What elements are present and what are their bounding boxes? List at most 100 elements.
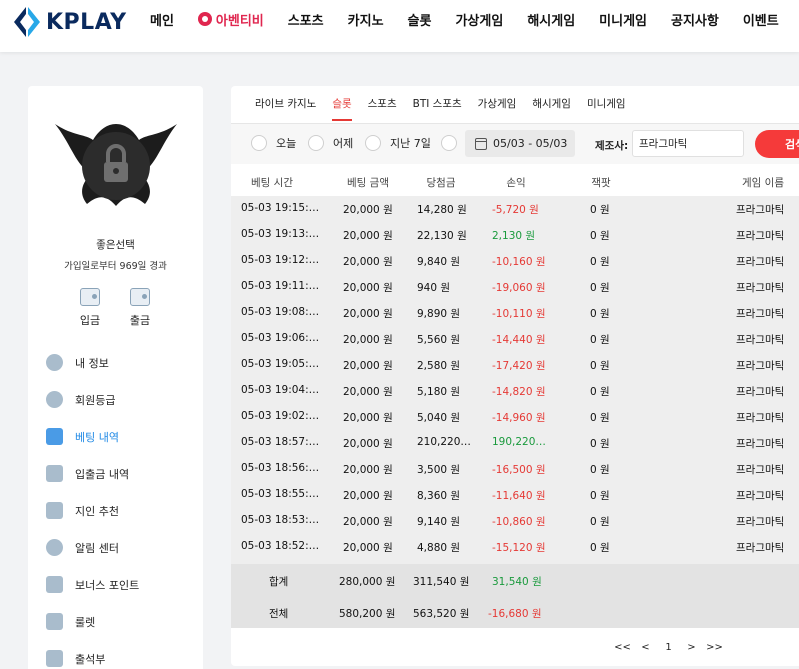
header-game-name: 게임 이름 xyxy=(742,177,784,189)
cell-profit-loss: -5,720 원 xyxy=(492,204,539,216)
provider-select[interactable]: 프라그마틱 xyxy=(632,130,744,157)
radio-today[interactable]: 오늘 xyxy=(251,135,296,151)
cell-game-name: 프라그마틱 xyxy=(736,204,785,216)
cell-game-name: 프라그마틱 xyxy=(736,386,785,398)
nav-main[interactable]: 메인 xyxy=(150,10,174,29)
withdraw-button[interactable]: 출금 xyxy=(120,288,160,328)
sidebar-item-notification-center[interactable]: 알림 센터 xyxy=(46,529,196,566)
page-next-button[interactable]: > xyxy=(680,642,703,653)
cell-bet-time: 05-03 18:55:… xyxy=(241,488,320,500)
attendance-icon xyxy=(46,650,63,667)
cell-profit-loss: -10,860 원 xyxy=(492,516,546,528)
header-bet-amount: 베팅 금액 xyxy=(347,177,389,189)
nav-virtual-game[interactable]: 가상게임 xyxy=(455,10,503,29)
cell-winnings: 3,500 원 xyxy=(417,464,461,476)
cell-profit-loss: -11,640 원 xyxy=(492,490,546,502)
tab-live-casino[interactable]: 라이브 카지노 xyxy=(255,96,316,121)
top-navigation-bar: KPLAY 메인 아벤티비 스포츠 카지노 슬롯 가상게임 해시게임 미니게임 … xyxy=(0,0,799,52)
header-profit-loss: 손익 xyxy=(506,177,526,189)
radio-today-label: 오늘 xyxy=(276,137,297,150)
user-nickname: 좋은선택 xyxy=(96,239,135,251)
sidebar-item-my-info[interactable]: 내 정보 xyxy=(46,344,196,381)
radio-custom-range[interactable] xyxy=(441,135,466,151)
cell-jackpot: 0 원 xyxy=(590,412,610,424)
logo-mark-icon xyxy=(14,7,40,37)
cell-bet-amount: 20,000 원 xyxy=(343,282,393,294)
cell-bet-time: 05-03 18:57:… xyxy=(241,436,320,448)
sidebar-item-bonus-point[interactable]: 보너스 포인트 xyxy=(46,566,196,603)
cell-profit-loss: -10,160 원 xyxy=(492,256,546,268)
sidebar-item-bet-history[interactable]: 베팅 내역 xyxy=(46,418,196,455)
sidebar-item-label: 입출금 내역 xyxy=(75,467,130,481)
summary-profit: -16,680 원 xyxy=(488,608,542,620)
cell-bet-time: 05-03 18:53:… xyxy=(241,514,320,526)
friend-icon xyxy=(46,502,63,519)
nav-slot[interactable]: 슬롯 xyxy=(408,10,432,29)
cell-winnings: 9,890 원 xyxy=(417,308,461,320)
page-last-button[interactable]: >> xyxy=(703,642,726,653)
radio-last-7-days[interactable]: 지난 7일 xyxy=(365,135,431,151)
cell-game-name: 프라그마틱 xyxy=(736,516,785,528)
tab-mini-game[interactable]: 미니게임 xyxy=(587,96,626,121)
kplay-logo[interactable]: KPLAY xyxy=(12,4,132,40)
nav-mini-game[interactable]: 미니게임 xyxy=(599,10,647,29)
nav-hash-game[interactable]: 해시게임 xyxy=(527,10,575,29)
cell-bet-time: 05-03 19:08:… xyxy=(241,306,320,318)
nav-event[interactable]: 이벤트 xyxy=(743,10,779,29)
cell-profit-loss: -15,120 원 xyxy=(492,542,546,554)
tab-hash-game[interactable]: 해시게임 xyxy=(532,96,571,121)
nav-casino[interactable]: 카지노 xyxy=(348,10,384,29)
cell-game-name: 프라그마틱 xyxy=(736,438,785,450)
cell-bet-amount: 20,000 원 xyxy=(343,386,393,398)
table-row: 05-03 19:04:… 20,000 원 5,180 원 -14,820 원 0 원… xyxy=(231,378,799,404)
page-prev-button[interactable]: < xyxy=(634,642,657,653)
cell-bet-time: 05-03 18:52:… xyxy=(241,540,320,552)
radio-yesterday[interactable]: 어제 xyxy=(308,135,353,151)
cell-bet-time: 05-03 19:06:… xyxy=(241,332,320,344)
tab-slot[interactable]: 슬롯 xyxy=(332,96,352,121)
tab-virtual-game[interactable]: 가상게임 xyxy=(478,96,517,121)
cell-bet-amount: 20,000 원 xyxy=(343,360,393,372)
cell-bet-amount: 20,000 원 xyxy=(343,256,393,268)
radio-circle xyxy=(365,135,381,151)
cell-winnings: 5,560 원 xyxy=(417,334,461,346)
medal-icon xyxy=(46,391,63,408)
cell-jackpot: 0 원 xyxy=(590,230,610,242)
chat-icon xyxy=(46,539,63,556)
summary-bet-amount: 580,200 원 xyxy=(339,608,396,620)
sidebar-item-attendance[interactable]: 출석부 xyxy=(46,640,196,669)
page-current[interactable]: 1 xyxy=(657,642,680,653)
search-button[interactable]: 검색 xyxy=(755,130,799,158)
date-range-picker[interactable]: 05/03 - 05/03 xyxy=(465,130,575,157)
tab-bti-sports[interactable]: BTI 스포츠 xyxy=(413,96,462,121)
sidebar-item-label: 내 정보 xyxy=(75,356,109,370)
table-row: 05-03 18:55:… 20,000 원 8,360 원 -11,640 원 0 원… xyxy=(231,482,799,508)
table-header: 베팅 시간 베팅 금액 당첨금 손익 잭팟 게임 이름 xyxy=(231,172,799,196)
cell-bet-time: 05-03 18:56:… xyxy=(241,462,320,474)
sidebar-item-friend-referral[interactable]: 지인 추천 xyxy=(46,492,196,529)
tab-sports[interactable]: 스포츠 xyxy=(368,96,397,121)
sidebar-item-transaction-history[interactable]: 입출금 내역 xyxy=(46,455,196,492)
nav-sports[interactable]: 스포츠 xyxy=(288,10,324,29)
cell-bet-time: 05-03 19:02:… xyxy=(241,410,320,422)
sidebar-menu: 내 정보 회원등급 베팅 내역 입출금 내역 지인 추천 알림 센터 보너스 포… xyxy=(46,344,196,669)
cell-jackpot: 0 원 xyxy=(590,438,610,450)
cell-game-name: 프라그마틱 xyxy=(736,256,785,268)
sidebar-item-member-grade[interactable]: 회원등급 xyxy=(46,381,196,418)
calendar-icon xyxy=(475,137,487,150)
nav-notice[interactable]: 공지사항 xyxy=(671,10,719,29)
table-row: 05-03 19:13:… 20,000 원 22,130 원 2,130 원 0 원 프… xyxy=(231,222,799,248)
cell-jackpot: 0 원 xyxy=(590,464,610,476)
nav-aventv[interactable]: 아벤티비 xyxy=(197,10,264,29)
summary-label: 전체 xyxy=(269,608,289,620)
sidebar-item-roulette[interactable]: 룰렛 xyxy=(46,603,196,640)
cell-profit-loss: 190,220… xyxy=(492,436,546,448)
cell-jackpot: 0 원 xyxy=(590,282,610,294)
cell-winnings: 5,180 원 xyxy=(417,386,461,398)
wallet-icon xyxy=(80,288,100,306)
page-first-button[interactable]: << xyxy=(611,642,634,653)
cell-bet-time: 05-03 19:15:… xyxy=(241,202,320,214)
bet-history-panel: 라이브 카지노 슬롯 스포츠 BTI 스포츠 가상게임 해시게임 미니게임 오늘… xyxy=(231,86,799,666)
deposit-button[interactable]: 입금 xyxy=(70,288,110,328)
cell-bet-amount: 20,000 원 xyxy=(343,230,393,242)
